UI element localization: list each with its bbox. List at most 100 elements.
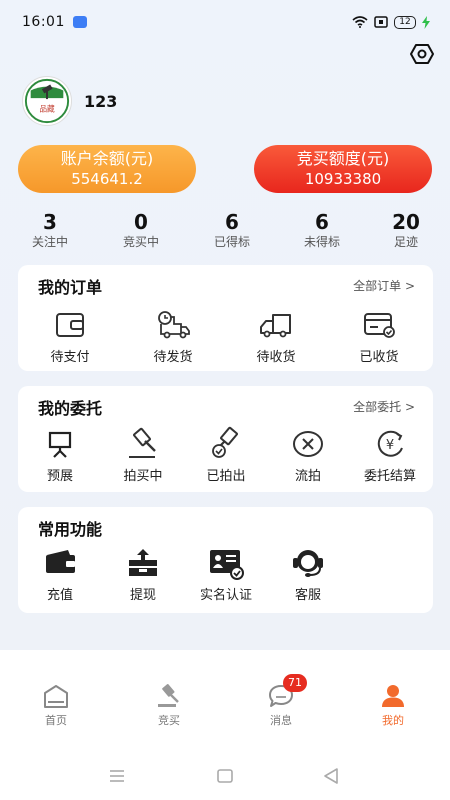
order-pending-receipt[interactable]: 待收货 bbox=[236, 307, 316, 365]
stat-label: 竞买中 bbox=[122, 235, 159, 249]
message-count-badge: 71 bbox=[283, 674, 307, 692]
order-item-label: 待发货 bbox=[153, 350, 193, 365]
order-pending-payment[interactable]: 待支付 bbox=[30, 307, 110, 365]
entrust-card: 我的委托 全部委托 > 预展 拍买中 已拍出 流拍 ¥ 委托结算 bbox=[18, 386, 433, 492]
menu-icon[interactable] bbox=[109, 769, 125, 783]
delivery-truck-icon bbox=[258, 307, 294, 343]
stat-label: 未得标 bbox=[303, 235, 340, 249]
logo-icon: 品藏 bbox=[24, 78, 70, 124]
stat-label: 已得标 bbox=[213, 235, 250, 249]
app-notification-icon bbox=[72, 16, 87, 28]
all-entrust-link[interactable]: 全部委托 > bbox=[353, 398, 415, 415]
status-bar: 16:01 12 bbox=[0, 0, 450, 44]
back-icon[interactable] bbox=[323, 768, 339, 784]
tab-label: 竞买 bbox=[158, 714, 180, 727]
stat-number: 6 bbox=[225, 210, 239, 234]
wifi-icon bbox=[352, 16, 368, 28]
stat-lost[interactable]: 6 未得标 bbox=[282, 210, 362, 250]
tab-home[interactable]: 首页 bbox=[21, 682, 91, 728]
tab-label: 消息 bbox=[270, 714, 292, 727]
id-card-icon bbox=[208, 545, 244, 581]
entrust-title: 我的委托 bbox=[38, 399, 103, 418]
headset-icon bbox=[290, 545, 326, 581]
gavel-check-icon bbox=[208, 426, 244, 462]
stat-number: 0 bbox=[134, 210, 148, 234]
status-icons: 12 bbox=[352, 15, 430, 29]
bid-quota-button[interactable]: 竞买额度(元) 10933380 bbox=[254, 145, 432, 193]
easel-icon bbox=[42, 426, 78, 462]
stat-bidding[interactable]: 0 竞买中 bbox=[101, 210, 181, 250]
function-item-label: 提现 bbox=[129, 588, 156, 603]
entrust-auctioning[interactable]: 拍买中 bbox=[103, 426, 183, 484]
status-time: 16:01 bbox=[22, 14, 65, 30]
gear-icon bbox=[410, 44, 434, 64]
tab-bidding[interactable]: 竞买 bbox=[134, 682, 204, 728]
functions-title: 常用功能 bbox=[38, 520, 103, 539]
entrust-unsold[interactable]: 流拍 bbox=[268, 426, 348, 484]
entrust-settlement[interactable]: ¥ 委托结算 bbox=[350, 426, 430, 484]
entrust-item-label: 拍买中 bbox=[123, 469, 163, 484]
function-item-label: 充值 bbox=[46, 588, 73, 603]
order-item-label: 待收货 bbox=[256, 350, 296, 365]
functions-card: 常用功能 充值 提现 实名认证 客服 bbox=[18, 507, 433, 613]
account-balance-button[interactable]: 账户余额(元) 554641.2 bbox=[18, 145, 196, 193]
quota-value: 10933380 bbox=[304, 170, 382, 188]
function-item-label: 客服 bbox=[294, 588, 321, 603]
tab-mine[interactable]: 我的 bbox=[358, 682, 428, 728]
settings-button[interactable] bbox=[410, 42, 434, 66]
wallet-dark-icon bbox=[42, 545, 78, 581]
entrust-item-label: 委托结算 bbox=[363, 469, 416, 484]
battery-icon: 12 bbox=[394, 15, 416, 29]
orders-card: 我的订单 全部订单 > 待支付 待发货 待收货 已收货 bbox=[18, 265, 433, 371]
function-withdraw[interactable]: 提现 bbox=[103, 545, 183, 603]
function-recharge[interactable]: 充值 bbox=[20, 545, 100, 603]
stat-label: 足迹 bbox=[393, 235, 418, 249]
entrust-item-label: 已拍出 bbox=[206, 469, 246, 484]
profile-header[interactable]: 品藏 123 bbox=[22, 76, 117, 126]
truck-clock-icon bbox=[155, 307, 191, 343]
home-nav-icon[interactable] bbox=[217, 769, 233, 783]
withdraw-icon bbox=[125, 545, 161, 581]
username: 123 bbox=[84, 91, 118, 111]
tab-label: 我的 bbox=[382, 714, 404, 727]
orders-title: 我的订单 bbox=[38, 278, 103, 297]
charging-icon bbox=[422, 15, 430, 29]
entrust-sold[interactable]: 已拍出 bbox=[186, 426, 266, 484]
avatar[interactable]: 品藏 bbox=[22, 76, 72, 126]
stat-history[interactable]: 20 足迹 bbox=[366, 210, 446, 250]
tab-messages[interactable]: 71 消息 bbox=[246, 674, 316, 728]
stat-label: 关注中 bbox=[31, 235, 68, 249]
tab-label: 首页 bbox=[45, 714, 67, 727]
stat-won[interactable]: 6 已得标 bbox=[192, 210, 272, 250]
all-orders-link[interactable]: 全部订单 > bbox=[353, 277, 415, 294]
order-item-label: 待支付 bbox=[50, 350, 90, 365]
balance-value: 554641.2 bbox=[71, 170, 143, 188]
entrust-item-label: 流拍 bbox=[294, 469, 321, 484]
order-received[interactable]: 已收货 bbox=[339, 307, 419, 365]
svg-text:¥: ¥ bbox=[386, 438, 394, 453]
yen-refresh-icon: ¥ bbox=[372, 426, 408, 462]
wallet-icon bbox=[52, 307, 88, 343]
function-item-label: 实名认证 bbox=[199, 588, 252, 603]
order-item-label: 已收货 bbox=[359, 350, 399, 365]
function-real-name[interactable]: 实名认证 bbox=[186, 545, 266, 603]
balance-label: 账户余额(元) bbox=[60, 149, 154, 168]
order-pending-shipment[interactable]: 待发货 bbox=[133, 307, 213, 365]
quota-label: 竞买额度(元) bbox=[296, 149, 390, 168]
stat-number: 6 bbox=[315, 210, 329, 234]
home-icon bbox=[42, 682, 70, 710]
system-nav-bar bbox=[0, 760, 450, 792]
stat-number: 3 bbox=[43, 210, 57, 234]
stats-row: 3 关注中 0 竞买中 6 已得标 6 未得标 20 足迹 bbox=[0, 210, 450, 254]
gavel-icon bbox=[155, 682, 183, 710]
cancel-circle-icon bbox=[290, 426, 326, 462]
screen-record-icon bbox=[374, 16, 388, 28]
chat-icon: 71 bbox=[267, 674, 307, 710]
entrust-item-label: 预展 bbox=[46, 469, 73, 484]
logo-text: 品藏 bbox=[39, 104, 55, 114]
gavel-icon bbox=[125, 426, 161, 462]
person-icon bbox=[379, 682, 407, 710]
stat-following[interactable]: 3 关注中 bbox=[10, 210, 90, 250]
entrust-preview[interactable]: 预展 bbox=[20, 426, 100, 484]
function-customer-service[interactable]: 客服 bbox=[268, 545, 348, 603]
